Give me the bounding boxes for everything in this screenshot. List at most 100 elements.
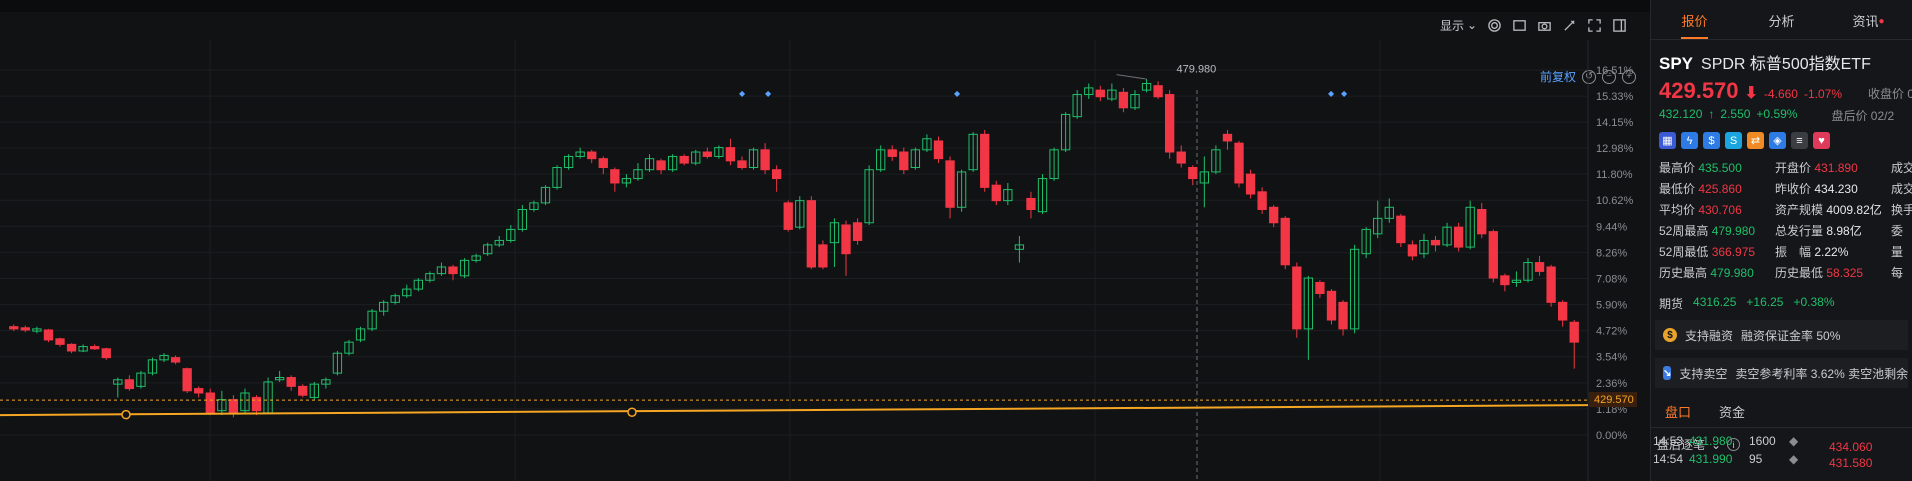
last-price: 429.570: [1659, 78, 1739, 103]
tab-analysis[interactable]: 分析: [1738, 0, 1825, 39]
candle-down: [841, 224, 851, 255]
notification-dot-icon: ●: [1878, 16, 1885, 27]
candle-down: [1396, 215, 1406, 244]
candle-down: [1118, 91, 1129, 109]
dollar-icon[interactable]: $: [1703, 132, 1720, 149]
margin-box[interactable]: $ 支持融资 融资保证金率 50%: [1655, 320, 1908, 350]
tab-analysis-label: 分析: [1768, 14, 1795, 29]
display-label: 显示: [1440, 18, 1465, 33]
candle-down: [170, 357, 181, 363]
short-desc: 卖空参考利率 3.62% 卖空池剩余: [1735, 366, 1908, 381]
futures-row[interactable]: 期货 4316.25 +16.25 +0.38%: [1651, 281, 1912, 312]
tab-capital[interactable]: 资金: [1719, 402, 1745, 427]
stat-prev-close: 昨收价 434.230: [1775, 182, 1858, 196]
stat-all-time-high: 历史最高 479.980: [1659, 266, 1754, 280]
candle-down: [298, 385, 308, 396]
candlestick-chart[interactable]: 16.51% 15.33% 14.15% 12.98% 11.80% 10.62% 9.44…: [0, 40, 1650, 481]
after-hours-row: 432.120 ↑ 2.550 +0.59% 盘后价 02/2: [1651, 104, 1912, 124]
heart-icon[interactable]: ♥: [1813, 132, 1830, 149]
candle-down: [702, 151, 712, 157]
short-box[interactable]: ↘ 支持卖空 卖空参考利率 3.62% 卖空池剩余: [1655, 358, 1908, 388]
y-tick-label: 9.44%: [1596, 221, 1627, 233]
candle-down: [1245, 173, 1256, 195]
candle-down: [933, 140, 944, 160]
tag-icon[interactable]: ◈: [1769, 132, 1786, 149]
stat-aum: 资产规模 4009.82亿: [1775, 203, 1882, 217]
symbol-header: SPY SPDR 标普500指数ETF: [1651, 40, 1912, 74]
tab-quote[interactable]: 报价: [1651, 0, 1738, 39]
price-row: 429.570 ⬇ -4.660 -1.07% 收盘价 02/2: [1651, 74, 1912, 104]
dollar-coin-icon: $: [1663, 328, 1677, 342]
price-tag-label: 429.570: [1594, 394, 1634, 406]
stat-turnover-rate-label: 换手: [1891, 203, 1912, 217]
candle-down: [1338, 301, 1348, 330]
orderbook-prices: 434.060 431.580: [1829, 440, 1872, 470]
orderbook-price: 431.580: [1829, 456, 1873, 470]
futures-change: +16.25: [1746, 295, 1784, 309]
s-icon[interactable]: S: [1725, 132, 1742, 149]
tab-orderbook[interactable]: 盘口: [1665, 402, 1691, 427]
candle-down: [587, 151, 597, 160]
candle-down: [1176, 151, 1186, 164]
trade-mark: ◆: [1789, 452, 1799, 466]
margin-title: 支持融资: [1685, 328, 1734, 343]
rotate-icon[interactable]: ⇄: [1747, 132, 1764, 149]
candle-down: [43, 329, 54, 341]
trade-mark: ◆: [1789, 434, 1799, 448]
candle-down: [1188, 166, 1198, 180]
stat-avg: 平均价 430.706: [1659, 203, 1742, 217]
candle-down: [90, 346, 100, 350]
candle-down: [991, 184, 1001, 202]
margin-desc: 融资保证金率 50%: [1741, 328, 1841, 343]
chart-toolbar: 显示 ⌄: [1440, 14, 1627, 36]
stat-ratio-label: 量: [1891, 245, 1904, 259]
tab-quote-label: 报价: [1681, 14, 1708, 29]
after-hours-label: 盘后价 02/2: [1831, 109, 1895, 123]
short-title: 支持卖空: [1679, 366, 1728, 381]
ticker: SPY: [1659, 54, 1694, 73]
display-dropdown[interactable]: 显示 ⌄: [1440, 17, 1477, 34]
layout-icon[interactable]: [1512, 18, 1527, 33]
stats-grid: 最高价 435.500 开盘价 431.890 成交 最低价 425.860 昨…: [1651, 149, 1912, 281]
candle-down: [1165, 94, 1175, 153]
tab-news[interactable]: 资讯●: [1825, 0, 1912, 39]
candle-down: [448, 266, 458, 275]
candle-down: [20, 327, 30, 331]
trade-volume: 1600: [1749, 434, 1776, 448]
fullscreen-icon[interactable]: [1587, 18, 1602, 33]
candle-down: [887, 149, 897, 157]
candle-down: [1488, 231, 1498, 279]
candle-down: [124, 379, 135, 390]
event-marker-icon: ◆: [765, 89, 772, 98]
panel-icon[interactable]: [1612, 18, 1627, 33]
us-flag-icon[interactable]: ▦: [1659, 132, 1676, 149]
trendline: [0, 404, 1589, 417]
candle-down: [806, 200, 816, 268]
event-marker-icon: ◆: [1341, 89, 1348, 98]
candle-down: [1558, 301, 1568, 321]
candle-down: [286, 377, 296, 387]
y-tick-label: 12.98%: [1596, 143, 1634, 155]
after-hours-price: 432.120: [1659, 107, 1703, 121]
settings-icon[interactable]: [1487, 18, 1502, 33]
candle-down: [1326, 290, 1337, 321]
document-icon[interactable]: ≡: [1791, 132, 1808, 149]
candle-down: [656, 160, 666, 171]
candle-down: [1453, 226, 1464, 248]
trade-time: 14:53: [1653, 434, 1684, 448]
order-tabs: 盘口 资金: [1651, 388, 1912, 428]
trade-price: 431.990: [1689, 452, 1733, 466]
candle-down: [251, 396, 262, 412]
stat-52w-low: 52周最低 366.975: [1659, 245, 1756, 259]
candle-down: [725, 147, 736, 162]
stat-all-time-low: 历史最低 58.325: [1775, 266, 1864, 280]
candle-down: [1477, 209, 1487, 235]
candle-down: [737, 160, 747, 168]
camera-icon[interactable]: [1537, 18, 1552, 33]
y-tick-label: 7.08%: [1596, 273, 1627, 285]
lightning-icon[interactable]: ϟ: [1681, 132, 1698, 149]
draw-icon[interactable]: [1562, 18, 1577, 33]
trendline-anchor: [121, 409, 131, 420]
futures-label: 期货: [1659, 297, 1684, 311]
candle-down: [1569, 321, 1579, 343]
